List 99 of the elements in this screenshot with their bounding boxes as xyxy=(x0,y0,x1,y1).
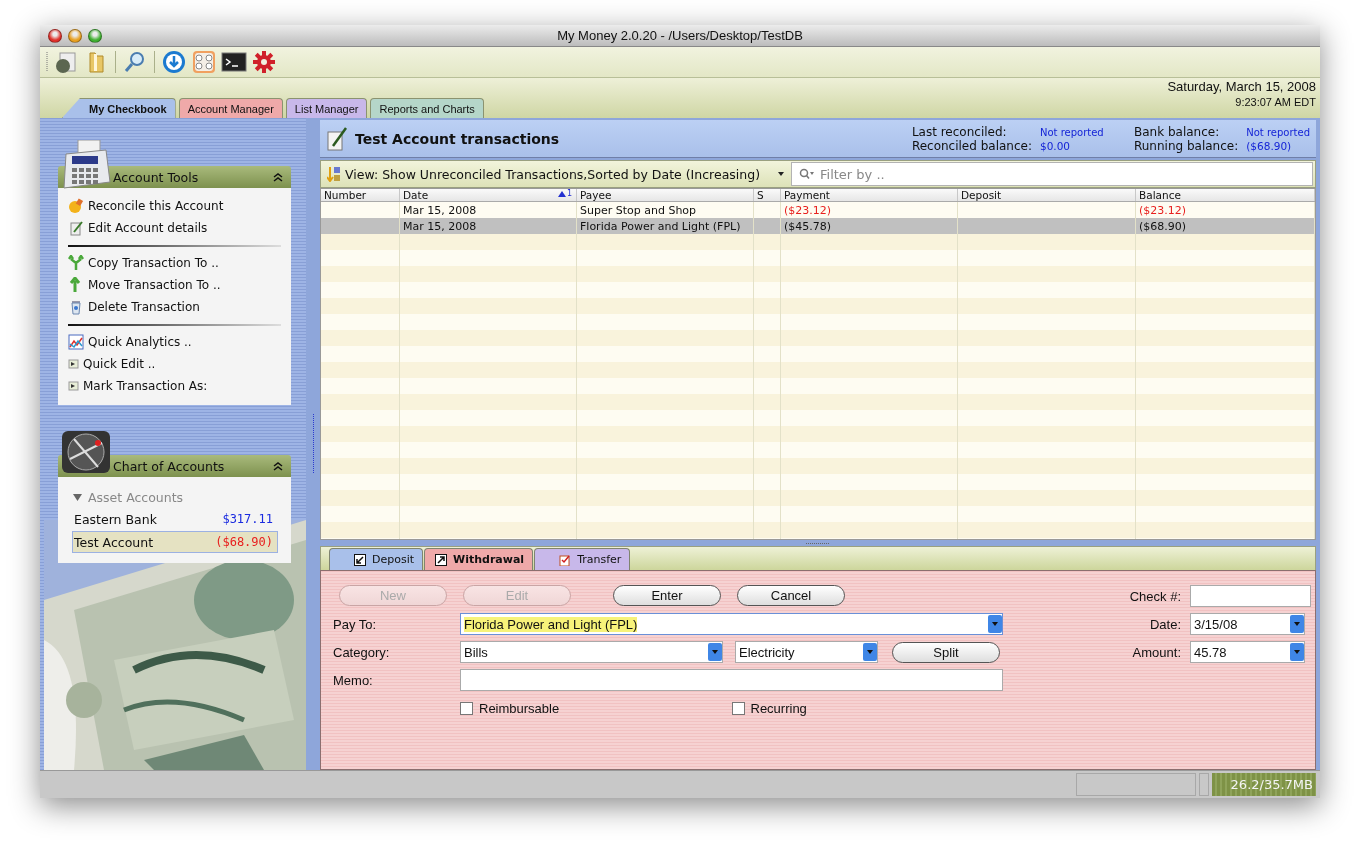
trash-icon xyxy=(68,299,84,315)
arrow-box-icon xyxy=(435,553,448,566)
stat-label: Bank balance: xyxy=(1133,124,1221,139)
tool-link[interactable]: Quick Analytics .. xyxy=(88,335,192,349)
form-button[interactable]: Enter xyxy=(613,585,721,606)
download-icon[interactable] xyxy=(162,50,186,74)
checkbox[interactable] xyxy=(460,701,473,715)
view-dropdown[interactable]: View: Show Unreconciled Transactions,Sorted by Date (Increasing) xyxy=(327,166,785,182)
zoom-button[interactable] xyxy=(88,28,102,43)
clipboard-icon xyxy=(559,553,572,566)
column-header[interactable]: Number xyxy=(321,189,400,201)
terminal-icon[interactable] xyxy=(221,51,247,73)
category-dropdown[interactable]: Bills xyxy=(460,641,723,663)
account-balance: ($68.90) xyxy=(215,535,273,549)
sort-order: 1 xyxy=(566,189,572,198)
search-icon xyxy=(799,168,815,180)
main-tab[interactable]: My Checkbook xyxy=(62,98,176,118)
form-button[interactable]: Cancel xyxy=(737,585,845,606)
collapse-icon[interactable] xyxy=(273,461,283,471)
pencil-icon xyxy=(68,198,84,214)
stat-label: Last reconciled: xyxy=(911,124,1008,139)
main-tab[interactable]: Account Manager xyxy=(178,98,283,118)
notepad-icon xyxy=(326,125,348,152)
tool-link[interactable]: Delete Transaction xyxy=(88,300,200,314)
table-row[interactable]: Mar 15, 2008 Super Stop and Shop ($23.12) ($23.12) xyxy=(321,202,1315,218)
caret-icon xyxy=(777,171,785,177)
form-tab[interactable]: Withdrawal xyxy=(424,548,534,570)
checkbox-label: Recurring xyxy=(750,700,807,716)
checkbox[interactable] xyxy=(731,701,745,715)
toolbar-grip-icon xyxy=(46,51,49,73)
arrow-box-icon xyxy=(354,553,366,566)
field-label: Date: xyxy=(1148,615,1182,634)
payee-dropdown[interactable]: Florida Power and Light (FPL) xyxy=(460,613,1003,635)
collapse-icon[interactable] xyxy=(273,172,283,182)
field-label: Category: xyxy=(333,643,391,662)
main-tab[interactable]: List Manager xyxy=(285,98,368,118)
memo-field[interactable] xyxy=(460,669,1003,691)
stat-value: $0.00 xyxy=(1039,139,1072,152)
stat-value: Not reported xyxy=(1039,126,1105,138)
stat-label: Reconciled balance: xyxy=(911,138,1032,153)
account-title: Test Account transactions xyxy=(355,130,561,147)
main-tab[interactable]: Reports and Charts xyxy=(370,98,484,118)
account-name: Eastern Bank xyxy=(74,511,157,527)
notepad-icon xyxy=(68,220,84,236)
tool-link[interactable]: Copy Transaction To .. xyxy=(88,256,219,270)
account-row[interactable]: Eastern Bank $317.11 xyxy=(72,508,278,530)
panel-title: Chart of Accounts xyxy=(113,458,226,474)
split-button[interactable]: Split xyxy=(892,641,1000,663)
stat-value: Not reported xyxy=(1246,126,1310,138)
field-label: Check #: xyxy=(1128,587,1182,606)
settings-icon[interactable] xyxy=(252,50,276,74)
close-button[interactable] xyxy=(48,28,62,43)
column-header[interactable]: S xyxy=(754,189,781,201)
field-label: Memo: xyxy=(333,671,374,690)
amount-dropdown[interactable]: 45.78 xyxy=(1190,641,1305,663)
sort-icon xyxy=(327,166,341,182)
column-header[interactable]: Deposit xyxy=(958,189,1136,201)
panel-title: Account Tools xyxy=(113,169,200,185)
column-header[interactable]: Payment xyxy=(781,189,958,201)
memory-indicator: 26.2/35.7MB xyxy=(1212,773,1316,796)
table-row[interactable]: Mar 15, 2008 Florida Power and Light (FPL) ($45.78) ($68.90) xyxy=(321,218,1315,234)
tool-link[interactable]: Reconcile this Account xyxy=(88,199,224,213)
account-row[interactable]: Test Account ($68.90) xyxy=(72,531,278,553)
check-number-field[interactable] xyxy=(1190,585,1311,607)
calculator-icon[interactable] xyxy=(192,50,216,74)
column-header[interactable]: Date 1 xyxy=(400,189,577,201)
expanded-triangle-icon[interactable] xyxy=(73,492,82,502)
column-header[interactable]: Balance xyxy=(1136,189,1315,201)
date-dropdown[interactable]: 3/15/08 xyxy=(1190,613,1305,635)
subcategory-dropdown[interactable]: Electricity xyxy=(735,641,878,663)
date-label: Saturday, March 15, 2008 xyxy=(1167,79,1316,94)
tool-link[interactable]: Edit Account details xyxy=(88,221,208,235)
search-icon[interactable] xyxy=(123,50,147,74)
filter-field[interactable]: Filter by .. xyxy=(791,162,1313,186)
sort-up-icon xyxy=(557,190,566,197)
tree-group-label: Asset Accounts xyxy=(88,489,184,505)
tool-link[interactable]: Move Transaction To .. xyxy=(88,278,221,292)
window-title: My Money 2.0.20 - /Users/Desktop/TestDB xyxy=(557,28,803,43)
account-name: Test Account xyxy=(74,534,154,550)
field-label: Amount: xyxy=(1131,643,1182,662)
toolbar-ledger-icon[interactable] xyxy=(54,50,78,74)
status-panel xyxy=(1199,773,1209,796)
field-label: Pay To: xyxy=(333,615,378,634)
splitter-grip-icon[interactable] xyxy=(806,541,830,545)
form-tab[interactable]: Transfer xyxy=(534,548,631,570)
checkbox-label: Reimbursable xyxy=(479,700,560,716)
compass-icon xyxy=(60,429,112,475)
minimize-button[interactable] xyxy=(68,28,82,43)
fork-arrow-icon xyxy=(68,255,84,271)
chart-icon xyxy=(68,334,84,350)
form-tab[interactable]: Deposit xyxy=(329,548,424,570)
tool-link[interactable]: Mark Transaction As: xyxy=(83,379,208,393)
splitter-handle[interactable] xyxy=(311,414,315,474)
tool-link[interactable]: Quick Edit .. xyxy=(83,357,156,371)
column-header[interactable]: Payee xyxy=(577,189,754,201)
stat-value: ($68.90) xyxy=(1246,139,1293,152)
stat-label: Running balance: xyxy=(1133,138,1239,153)
time-label: 9:23:07 AM EDT xyxy=(1235,96,1316,108)
account-balance: $317.11 xyxy=(222,512,273,526)
